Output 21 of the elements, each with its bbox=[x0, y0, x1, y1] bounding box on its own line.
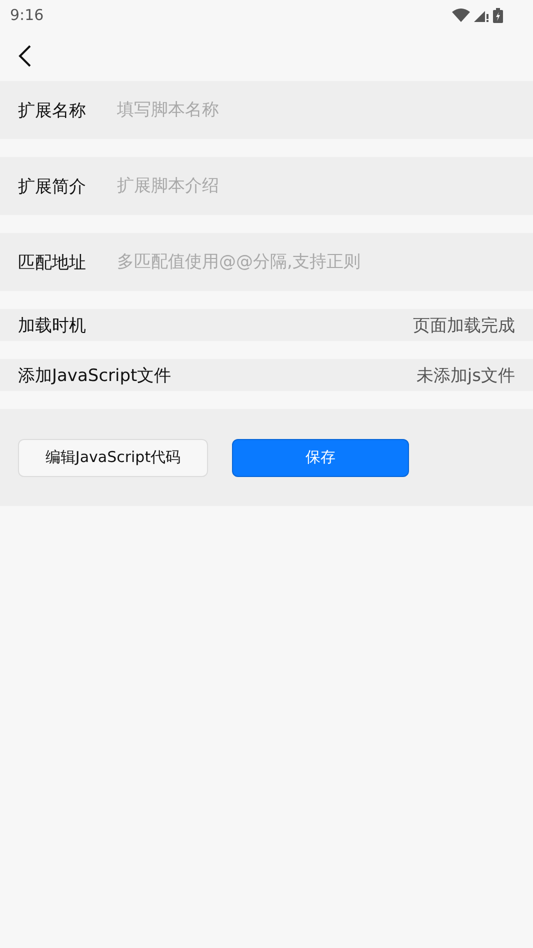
setting-label: 加载时机 bbox=[18, 314, 86, 336]
input-field[interactable]: 多匹配值使用@@分隔,支持正则 bbox=[117, 252, 515, 272]
setting-value: 页面加载完成 bbox=[413, 314, 515, 336]
field-label: 匹配地址 bbox=[18, 252, 87, 274]
setting-row[interactable]: 添加JavaScript文件 未添加js文件 bbox=[0, 359, 533, 391]
form-row[interactable]: 匹配地址 多匹配值使用@@分隔,支持正则 bbox=[0, 233, 533, 291]
edit-code-button[interactable]: 编辑JavaScript代码 bbox=[18, 438, 208, 476]
form-row[interactable]: 扩展简介 扩展脚本介绍 bbox=[0, 157, 533, 215]
setting-row[interactable]: 加载时机 页面加载完成 bbox=[0, 309, 533, 341]
signal-icon bbox=[474, 8, 489, 22]
setting-value: 未添加js文件 bbox=[416, 364, 515, 386]
field-label: 扩展简介 bbox=[18, 176, 87, 198]
wifi-icon bbox=[452, 8, 470, 22]
battery-icon bbox=[493, 8, 503, 22]
form-row[interactable]: 扩展名称 填写脚本名称 bbox=[0, 81, 533, 139]
input-field[interactable]: 填写脚本名称 bbox=[117, 100, 515, 120]
setting-label: 添加JavaScript文件 bbox=[18, 364, 172, 386]
save-button[interactable]: 保存 bbox=[232, 438, 409, 476]
field-label: 扩展名称 bbox=[18, 100, 87, 122]
input-field[interactable]: 扩展脚本介绍 bbox=[117, 176, 515, 196]
status-time: 9:16 bbox=[10, 6, 44, 24]
